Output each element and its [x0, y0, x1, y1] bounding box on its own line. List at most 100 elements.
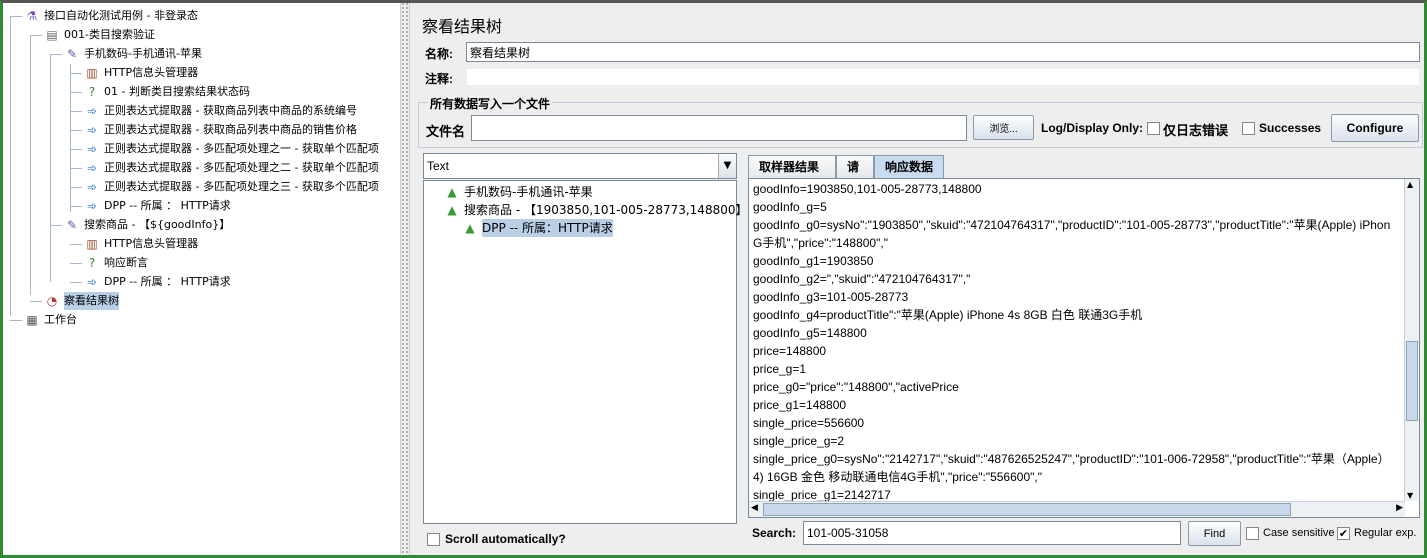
comment-input[interactable] — [466, 68, 1420, 86]
find-button[interactable]: Find — [1188, 521, 1241, 546]
tree-connector — [70, 244, 82, 245]
vertical-scrollbar[interactable]: ▲ ▼ — [1404, 179, 1419, 501]
tree-node-label: 工作台 — [44, 313, 77, 326]
tree-node[interactable]: ➾ 正则表达式提取器 - 多匹配项处理之二 - 获取单个匹配项 — [84, 159, 379, 177]
tree-node-label: 01 - 判断类目搜索结果状态码 — [104, 85, 250, 98]
result-item[interactable]: ▲ 搜索商品 - 【1903850,101-005-28773,148800】 — [444, 201, 747, 219]
tree-node[interactable]: ➾ 正则表达式提取器 - 获取商品列表中商品的销售价格 — [84, 121, 357, 139]
renderer-value: Text — [427, 159, 450, 173]
response-line: goodInfo_g0=sysNo":"1903850","skuid":"47… — [753, 218, 1391, 232]
renderer-select[interactable]: Text ▼ — [423, 153, 737, 179]
extractor-icon: ➾ — [86, 104, 98, 118]
extractor-icon: ➾ — [86, 275, 98, 289]
response-line: goodInfo_g=5 — [753, 200, 827, 214]
browse-button[interactable]: 浏览... — [973, 115, 1034, 140]
tree-node[interactable]: ➾ DPP -- 所属 ： HTTP请求 — [84, 273, 231, 291]
workbench-icon: ▦ — [26, 313, 38, 327]
tree-connector — [70, 187, 82, 188]
tree-node[interactable]: ➾ 正则表达式提取器 - 获取商品列表中商品的系统编号 — [84, 102, 357, 120]
extractor-icon: ➾ — [86, 199, 98, 213]
extractor-icon: ➾ — [86, 161, 98, 175]
tree-connector — [70, 282, 82, 283]
chevron-down-icon[interactable]: ▼ — [718, 154, 736, 178]
tree-node-label: 正则表达式提取器 - 获取商品列表中商品的系统编号 — [104, 104, 357, 117]
tree-node[interactable]: ▦ 工作台 — [24, 311, 77, 329]
success-icon: ▲ — [465, 221, 475, 235]
tree-node[interactable]: ✎ 搜索商品 - 【${goodInfo}】 — [64, 216, 230, 234]
tree-node-label: HTTP信息头管理器 — [104, 66, 199, 79]
response-line: G手机","price":"148800"," — [753, 236, 888, 250]
result-item[interactable]: ▲ 手机数码-手机通讯-苹果 — [444, 183, 592, 201]
tree-node[interactable]: ◔ 察看结果树 — [44, 292, 119, 310]
tree-node-label: 正则表达式提取器 - 多匹配项处理之一 - 获取单个匹配项 — [104, 142, 379, 155]
search-label: Search: — [752, 526, 797, 540]
response-line: goodInfo_g1=1903850 — [753, 254, 874, 268]
tree-node[interactable]: ⚗ 接口自动化测试用例 - 非登录态 — [24, 7, 198, 25]
tree-connector — [30, 35, 31, 295]
scroll-up-arrow-icon[interactable]: ▲ — [1407, 180, 1413, 189]
response-line: 4) 16GB 金色 移动联通电信4G手机","price":"556600",… — [753, 470, 1042, 484]
response-line: goodInfo_g2=","skuid":"472104764317"," — [753, 272, 971, 286]
tree-node[interactable]: ? 响应断言 — [84, 254, 148, 272]
horizontal-scrollbar[interactable]: ◀ ▶ — [749, 501, 1405, 517]
tree-node[interactable]: ▤ 001-类目搜索验证 — [44, 26, 155, 44]
test-plan-tree[interactable]: ⚗ 接口自动化测试用例 - 非登录态 ▤ 001-类目搜索验证 ✎ 手机数码-手机通讯-苹… — [2, 2, 400, 554]
response-line: goodInfo_g3=101-005-28773 — [753, 290, 909, 304]
tree-node-label: 察看结果树 — [64, 292, 119, 310]
assertion-icon: ? — [88, 85, 96, 99]
tree-node[interactable]: ➾ 正则表达式提取器 - 多匹配项处理之三 - 获取多个匹配项 — [84, 178, 379, 196]
case-sensitive-checkbox[interactable] — [1246, 527, 1259, 540]
split-pane-divider[interactable] — [400, 2, 410, 554]
name-input[interactable] — [466, 42, 1420, 62]
tab-2[interactable]: 响应数据 — [874, 155, 944, 178]
vertical-scroll-thumb[interactable] — [1406, 341, 1418, 421]
tree-node[interactable]: ? 01 - 判断类目搜索结果状态码 — [84, 83, 250, 101]
tree-node[interactable]: ➾ DPP -- 所属 ： HTTP请求 — [84, 197, 231, 215]
tree-connector — [70, 130, 82, 131]
file-name-input[interactable] — [471, 115, 967, 141]
tree-connector — [50, 232, 51, 282]
response-line: price_g1=148800 — [753, 398, 847, 412]
tree-node-label: 001-类目搜索验证 — [64, 28, 155, 41]
tree-node-label: 接口自动化测试用例 - 非登录态 — [44, 9, 198, 22]
tab-0[interactable]: 取样器结果 — [748, 155, 836, 178]
listener-icon: ◔ — [46, 294, 58, 308]
tree-connector — [10, 320, 22, 321]
tree-connector — [70, 73, 82, 74]
tree-connector — [30, 301, 42, 302]
result-item[interactable]: ▲ DPP -- 所属：HTTP请求 — [462, 219, 613, 237]
regex-checkbox[interactable]: ✔ — [1337, 527, 1350, 540]
errors-only-checkbox[interactable] — [1147, 122, 1160, 135]
scroll-right-arrow-icon[interactable]: ▶ — [1396, 503, 1403, 513]
regex-label: Regular exp. — [1354, 527, 1417, 539]
extractor-icon: ➾ — [86, 180, 98, 194]
extractor-icon: ➾ — [86, 123, 98, 137]
horizontal-scroll-thumb[interactable] — [763, 503, 1291, 516]
successes-checkbox[interactable] — [1242, 122, 1255, 135]
flask-icon: ⚗ — [26, 9, 38, 23]
comment-label: 注释: — [425, 72, 453, 86]
name-label: 名称: — [425, 47, 453, 61]
scroll-auto-checkbox[interactable] — [427, 533, 440, 546]
scroll-left-arrow-icon[interactable]: ◀ — [751, 503, 758, 513]
response-line: price_g0="price":"148800","activePrice — [753, 380, 959, 394]
scroll-down-arrow-icon[interactable]: ▼ — [1407, 491, 1413, 500]
result-label: 搜索商品 - 【1903850,101-005-28773,148800】 — [464, 203, 748, 217]
configure-button[interactable]: Configure — [1331, 114, 1419, 142]
search-input[interactable] — [803, 521, 1181, 545]
scroll-auto-label: Scroll automatically? — [445, 532, 566, 546]
response-line: goodInfo=1903850,101-005-28773,148800 — [753, 182, 982, 196]
tree-node[interactable]: ▥ HTTP信息头管理器 — [84, 64, 198, 82]
results-tree[interactable]: ▲ 手机数码-手机通讯-苹果 ▲ 搜索商品 - 【1903850,101-005-28… — [423, 180, 747, 524]
tree-connector — [70, 206, 82, 207]
tree-node[interactable]: ▥ HTTP信息头管理器 — [84, 235, 198, 253]
tree-node[interactable]: ✎ 手机数码-手机通讯-苹果 — [64, 45, 202, 63]
extractor-icon: ➾ — [86, 142, 98, 156]
response-line: single_price_g0=sysNo":"2142717","skuid"… — [753, 452, 1390, 466]
case-sensitive-label: Case sensitive — [1263, 527, 1335, 539]
tab-1[interactable]: 请求 — [836, 155, 874, 196]
tree-node[interactable]: ➾ 正则表达式提取器 - 多匹配项处理之一 - 获取单个匹配项 — [84, 140, 379, 158]
header-manager-icon: ▥ — [86, 66, 98, 80]
response-text-area[interactable]: goodInfo=1903850,101-005-28773,148800 goo… — [748, 178, 1420, 518]
tree-connector — [30, 35, 42, 36]
